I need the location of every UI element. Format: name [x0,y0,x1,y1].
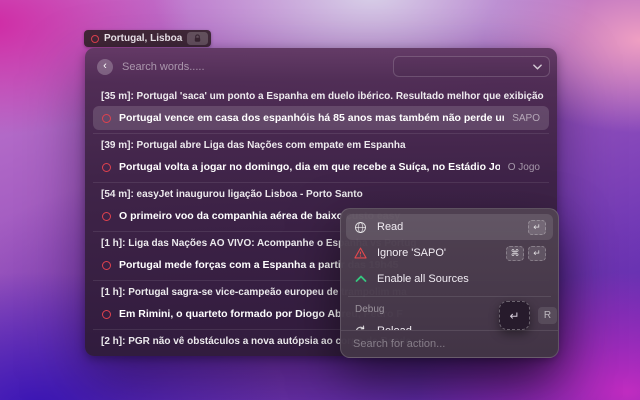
location-tag-label: Portugal, Lisboa [104,33,182,44]
chevron-left-icon: ‹ [103,61,107,72]
news-row-source: O Jogo [508,162,540,173]
window-header: ‹ Search words..... [85,48,557,84]
return-key-badge: ↵ [528,220,546,235]
action-search-placeholder: Search for action... [353,338,445,350]
lock-icon [193,34,202,43]
menu-item-label: Read [377,221,519,233]
feed-circle-icon [102,163,111,172]
action-menu-popup: Read ↵ Ignore 'SAPO' ⌘ ↵ Enable all Sour… [340,208,559,358]
return-key-badge: ↵ [528,246,546,261]
menu-item-read[interactable]: Read ↵ [346,214,553,240]
news-group-headline: [39 m]: Portugal abre Liga das Nações co… [91,134,551,155]
news-group-headline: [35 m]: Portugal 'saca' um ponto a Espan… [91,85,551,106]
news-group-headline: [54 m]: easyJet inaugurou ligação Lisboa… [91,183,551,204]
command-key-badge: ⌘ [506,246,524,261]
menu-item-label: Enable all Sources [377,273,546,285]
menu-item-ignore-source[interactable]: Ignore 'SAPO' ⌘ ↵ [346,240,553,266]
return-key-button[interactable]: ↵ [499,301,530,330]
action-search-input[interactable]: Search for action... [341,330,558,357]
feed-circle-icon [102,261,111,270]
menu-item-enable-all-sources[interactable]: Enable all Sources [346,266,553,292]
lock-badge[interactable] [187,32,208,45]
r-key-badge: R [538,307,557,324]
feed-circle-icon [102,114,111,123]
news-row-title: Portugal volta a jogar no domingo, dia e… [119,161,500,173]
chevron-down-icon [533,64,542,70]
chevron-up-icon [353,272,368,287]
location-tag[interactable]: Portugal, Lisboa [84,30,211,47]
feed-circle-icon [102,212,111,221]
news-row-title: Portugal vence em casa dos espanhóis há … [119,112,504,124]
menu-divider [348,296,551,297]
filter-select[interactable] [393,56,550,77]
news-row[interactable]: Portugal volta a jogar no domingo, dia e… [93,155,549,179]
return-key-glyph: ↵ [509,309,519,323]
back-button[interactable]: ‹ [97,59,113,75]
feed-circle-icon [102,310,111,319]
news-row-selected[interactable]: Portugal vence em casa dos espanhóis há … [93,106,549,130]
menu-item-label: Ignore 'SAPO' [377,247,497,259]
globe-icon [353,220,368,235]
warning-triangle-icon [353,246,368,261]
record-circle-icon [91,35,99,43]
search-input[interactable]: Search words..... [122,61,384,73]
news-row-source: SAPO [512,113,540,124]
